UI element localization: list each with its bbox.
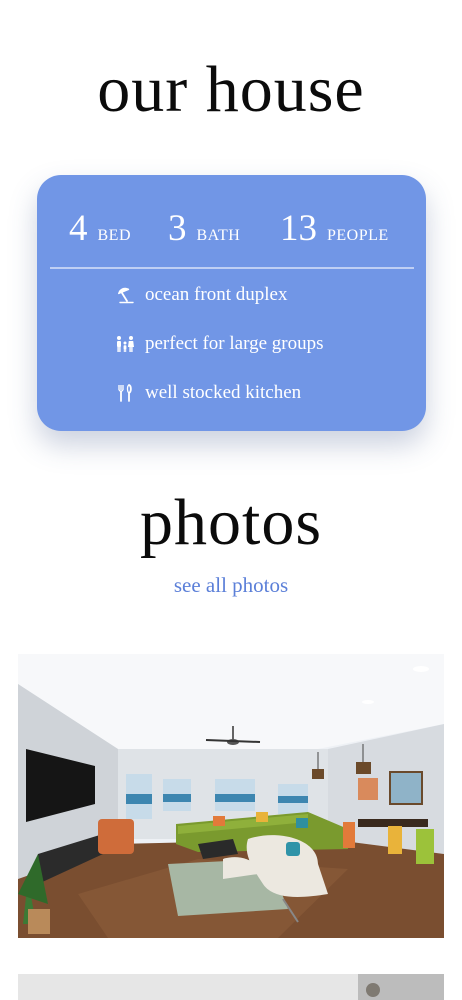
stat-bath-label: BATH — [196, 227, 241, 244]
feature-kitchen: well stocked kitchen — [115, 380, 301, 406]
feature-large-groups: perfect for large groups — [115, 331, 324, 357]
second-photo-preview[interactable] — [18, 974, 444, 1000]
feature-text: perfect for large groups — [145, 333, 324, 354]
see-all-photos-link[interactable]: see all photos — [0, 573, 462, 598]
stat-bed: 4 BED — [69, 207, 131, 251]
stat-bed-label: BED — [97, 227, 131, 244]
stat-bath: 3 BATH — [168, 207, 240, 251]
stat-people: 13 PEOPLE — [280, 207, 389, 251]
stat-bed-number: 4 — [69, 208, 88, 249]
house-stats: 4 BED 3 BATH 13 PEOPLE — [37, 207, 426, 251]
photos-heading: photos — [139, 486, 323, 559]
umbrella-beach-icon — [115, 285, 135, 305]
feature-text: ocean front duplex — [145, 284, 288, 305]
stat-people-label: PEOPLE — [327, 227, 389, 244]
family-icon — [115, 334, 135, 354]
living-room-photo[interactable] — [18, 654, 444, 938]
stat-people-number: 13 — [280, 208, 317, 249]
card-divider — [50, 267, 414, 269]
utensils-icon — [115, 383, 135, 403]
stat-bath-number: 3 — [168, 208, 187, 249]
feature-ocean-front: ocean front duplex — [115, 282, 287, 308]
house-summary-card: 4 BED 3 BATH 13 PEOPLE ocean front duple… — [37, 175, 426, 431]
feature-text: well stocked kitchen — [145, 382, 302, 403]
our-house-heading: our house — [97, 53, 365, 126]
